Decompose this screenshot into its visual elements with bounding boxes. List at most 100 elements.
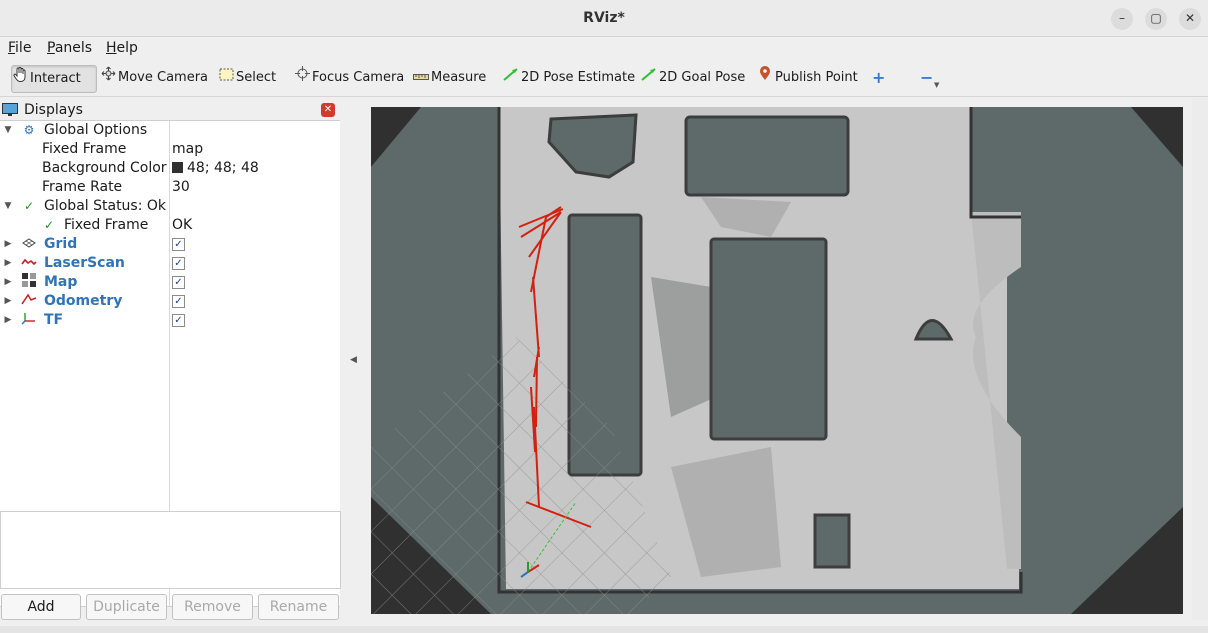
tree-row-fixed-frame[interactable]: Fixed Frame map [0, 140, 340, 159]
tf-display-label: TF [44, 312, 64, 328]
bottom-resize-grip[interactable] [0, 626, 1208, 633]
status-fixed-frame-label: Fixed Frame [64, 217, 149, 233]
tree-row-map[interactable]: ▶ Map ✓ [0, 273, 340, 292]
collapsed-arrow-icon[interactable]: ▶ [3, 292, 13, 311]
pose-estimate-tool[interactable]: 2D Pose Estimate [503, 65, 635, 91]
window-title: RViz* [583, 10, 625, 26]
tree-row-global-options[interactable]: ▼ ⚙ Global Options [0, 121, 340, 140]
displays-title: Displays [24, 102, 83, 118]
menu-file-mnemonic: F [8, 40, 16, 56]
map-render[interactable] [371, 107, 1183, 614]
tree-row-status-fixed-frame[interactable]: ✓ Fixed Frame OK [0, 216, 340, 235]
tool-bar: Interact Move Camera Select Focus Camera… [0, 60, 1208, 97]
hand-pointer-icon [12, 66, 28, 92]
collapsed-arrow-icon[interactable]: ▶ [3, 273, 13, 292]
odometry-enabled-checkbox[interactable]: ✓ [172, 295, 185, 308]
menu-help[interactable]: Help [106, 40, 138, 56]
global-status-label: Global Status: Ok [44, 198, 167, 214]
green-arrow-icon [503, 65, 519, 91]
interact-tool-label: Interact [30, 71, 81, 86]
close-panel-icon[interactable]: ✕ [321, 103, 335, 117]
description-area [0, 511, 341, 589]
remove-display-button[interactable]: Remove [172, 594, 253, 620]
laserscan-icon [21, 254, 37, 273]
odometry-icon [21, 292, 37, 311]
select-tool-label: Select [236, 70, 277, 85]
background-color-text: 48; 48; 48 [187, 160, 259, 176]
green-arrow-icon [641, 65, 657, 91]
tf-icon [21, 311, 37, 331]
goal-pose-tool[interactable]: 2D Goal Pose [641, 65, 745, 91]
menu-help-label: elp [116, 40, 138, 56]
interact-tool[interactable]: Interact [11, 65, 97, 93]
minimize-button[interactable]: – [1111, 8, 1133, 30]
select-tool[interactable]: Select [218, 65, 276, 91]
add-display-button[interactable]: Add [1, 594, 81, 620]
frame-rate-label: Frame Rate [42, 179, 123, 195]
measure-tool[interactable]: Measure [413, 65, 486, 91]
tree-row-odometry[interactable]: ▶ Odometry ✓ [0, 292, 340, 311]
remove-tool-button[interactable]: − [920, 65, 933, 91]
menu-help-mnemonic: H [106, 40, 117, 56]
expanded-arrow-icon[interactable]: ▼ [3, 197, 13, 216]
collapsed-arrow-icon[interactable]: ▶ [3, 235, 13, 254]
focus-camera-label: Focus Camera [312, 70, 405, 85]
expanded-arrow-icon[interactable]: ▼ [3, 121, 13, 140]
move-camera-icon [100, 65, 116, 91]
duplicate-display-button[interactable]: Duplicate [86, 594, 167, 620]
collapse-left-arrow-icon[interactable]: ◀ [350, 355, 357, 365]
collapsed-arrow-icon[interactable]: ▶ [3, 311, 13, 330]
check-icon: ✓ [43, 218, 55, 232]
menu-panels-label: anels [54, 40, 93, 56]
tf-enabled-checkbox[interactable]: ✓ [172, 314, 185, 327]
map-enabled-checkbox[interactable]: ✓ [172, 276, 185, 289]
grid-enabled-checkbox[interactable]: ✓ [172, 238, 185, 251]
render-viewport[interactable] [371, 107, 1183, 614]
odometry-display-label: Odometry [44, 293, 123, 309]
tree-row-frame-rate[interactable]: Frame Rate 30 [0, 178, 340, 197]
add-tool-button[interactable]: + [872, 65, 885, 91]
tree-row-grid[interactable]: ▶ Grid ✓ [0, 235, 340, 254]
display-buttons: Add Duplicate Remove Rename [0, 594, 340, 620]
background-color-value[interactable]: 48; 48; 48 [172, 159, 259, 178]
publish-point-label: Publish Point [775, 70, 858, 85]
focus-camera-icon [294, 65, 310, 91]
menu-panels[interactable]: Panels [47, 40, 92, 56]
ruler-icon [413, 65, 429, 91]
menu-panels-mnemonic: P [47, 40, 55, 56]
move-camera-tool[interactable]: Move Camera [100, 65, 208, 91]
menu-file-label: ile [15, 40, 32, 56]
move-camera-label: Move Camera [118, 70, 209, 85]
check-icon: ✓ [23, 199, 35, 213]
menu-file[interactable]: File [8, 40, 31, 56]
title-bar: RViz* – ▢ ✕ [0, 0, 1208, 37]
laserscan-display-label: LaserScan [44, 255, 125, 271]
status-fixed-frame-value: OK [172, 217, 193, 233]
laserscan-enabled-checkbox[interactable]: ✓ [172, 257, 185, 270]
background-color-label: Background Color [42, 160, 167, 176]
frame-rate-value[interactable]: 30 [172, 178, 190, 197]
measure-tool-label: Measure [431, 70, 487, 85]
maximize-button[interactable]: ▢ [1145, 8, 1167, 30]
tree-row-background-color[interactable]: Background Color 48; 48; 48 [0, 159, 340, 178]
collapsed-arrow-icon[interactable]: ▶ [3, 254, 13, 273]
goal-pose-label: 2D Goal Pose [659, 70, 746, 85]
close-button[interactable]: ✕ [1179, 8, 1201, 30]
tool-dropdown-arrow-icon[interactable]: ▼ [934, 72, 939, 98]
map-icon [21, 273, 37, 293]
tree-row-global-status[interactable]: ▼ ✓ Global Status: Ok [0, 197, 340, 216]
grid-display-label: Grid [44, 236, 78, 252]
menu-bar: File Panels Help [0, 37, 1208, 59]
publish-point-tool[interactable]: Publish Point [757, 65, 858, 91]
color-swatch [172, 162, 183, 173]
displays-panel: Displays ✕ ▼ ⚙ Global Options Fixed Fram… [0, 98, 341, 633]
global-options-label: Global Options [44, 122, 148, 138]
rename-display-button[interactable]: Rename [258, 594, 339, 620]
map-display-label: Map [44, 274, 78, 290]
select-rectangle-icon [218, 65, 234, 91]
fixed-frame-value[interactable]: map [172, 140, 203, 159]
map-pin-icon [757, 65, 773, 91]
focus-camera-tool[interactable]: Focus Camera [294, 65, 404, 91]
tree-row-tf[interactable]: ▶ TF ✓ [0, 311, 340, 330]
tree-row-laserscan[interactable]: ▶ LaserScan ✓ [0, 254, 340, 273]
